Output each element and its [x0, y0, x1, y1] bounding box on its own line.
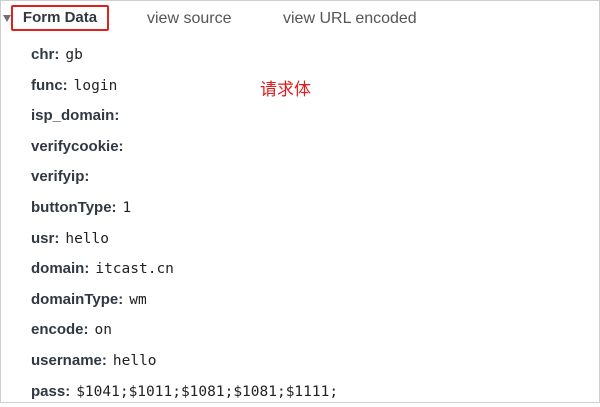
field-value: itcast.cn — [95, 261, 174, 278]
field-value: $1041;$1011;$1081;$1081;$1111; — [76, 383, 339, 400]
field-key: isp_domain: — [31, 107, 120, 125]
tab-form-data[interactable]: Form Data — [11, 5, 109, 31]
field-value: gb — [65, 47, 83, 63]
field-key: domain: — [31, 260, 90, 278]
field-value: hello — [112, 352, 157, 369]
view-source-link[interactable]: view source — [147, 9, 231, 29]
field-value: 1 — [122, 199, 132, 216]
field-key: username: — [31, 351, 107, 369]
form-field-row: func: login — [31, 71, 591, 102]
field-key: pass: — [31, 382, 71, 400]
form-field-row: chr: gb — [31, 40, 591, 71]
form-field-row: domainType: wm — [31, 285, 591, 316]
field-key: verifycookie: — [31, 137, 124, 155]
form-field-row: username: hello — [31, 346, 591, 377]
field-key: chr: — [31, 46, 60, 63]
collapse-triangle-icon[interactable] — [3, 15, 11, 22]
form-field-row: pass: $1041;$1011;$1081;$1081;$1111; — [31, 377, 591, 407]
field-key: encode: — [31, 321, 89, 339]
form-field-row: usr: hello — [31, 224, 591, 255]
form-data-list: chr: gb func: login isp_domain: verifycook… — [31, 40, 591, 407]
field-value: login — [73, 77, 118, 94]
form-field-row: verifyip: — [31, 162, 591, 193]
form-field-row: buttonType: 1 — [31, 193, 591, 224]
field-value: on — [94, 322, 112, 339]
field-key: func: — [31, 76, 68, 94]
field-key: verifyip: — [31, 168, 90, 186]
form-field-row: verifycookie: — [31, 132, 591, 163]
field-value: wm — [129, 291, 147, 308]
field-key: usr: — [31, 229, 60, 247]
form-field-row: encode: on — [31, 315, 591, 346]
field-value: hello — [65, 230, 109, 247]
form-data-header: Form Data view source view URL encoded — [0, 0, 600, 36]
view-url-encoded-link[interactable]: view URL encoded — [283, 9, 417, 29]
field-key: buttonType: — [31, 198, 117, 216]
field-key: domainType: — [31, 290, 124, 308]
form-field-row: isp_domain: — [31, 101, 591, 132]
form-field-row: domain: itcast.cn — [31, 254, 591, 285]
